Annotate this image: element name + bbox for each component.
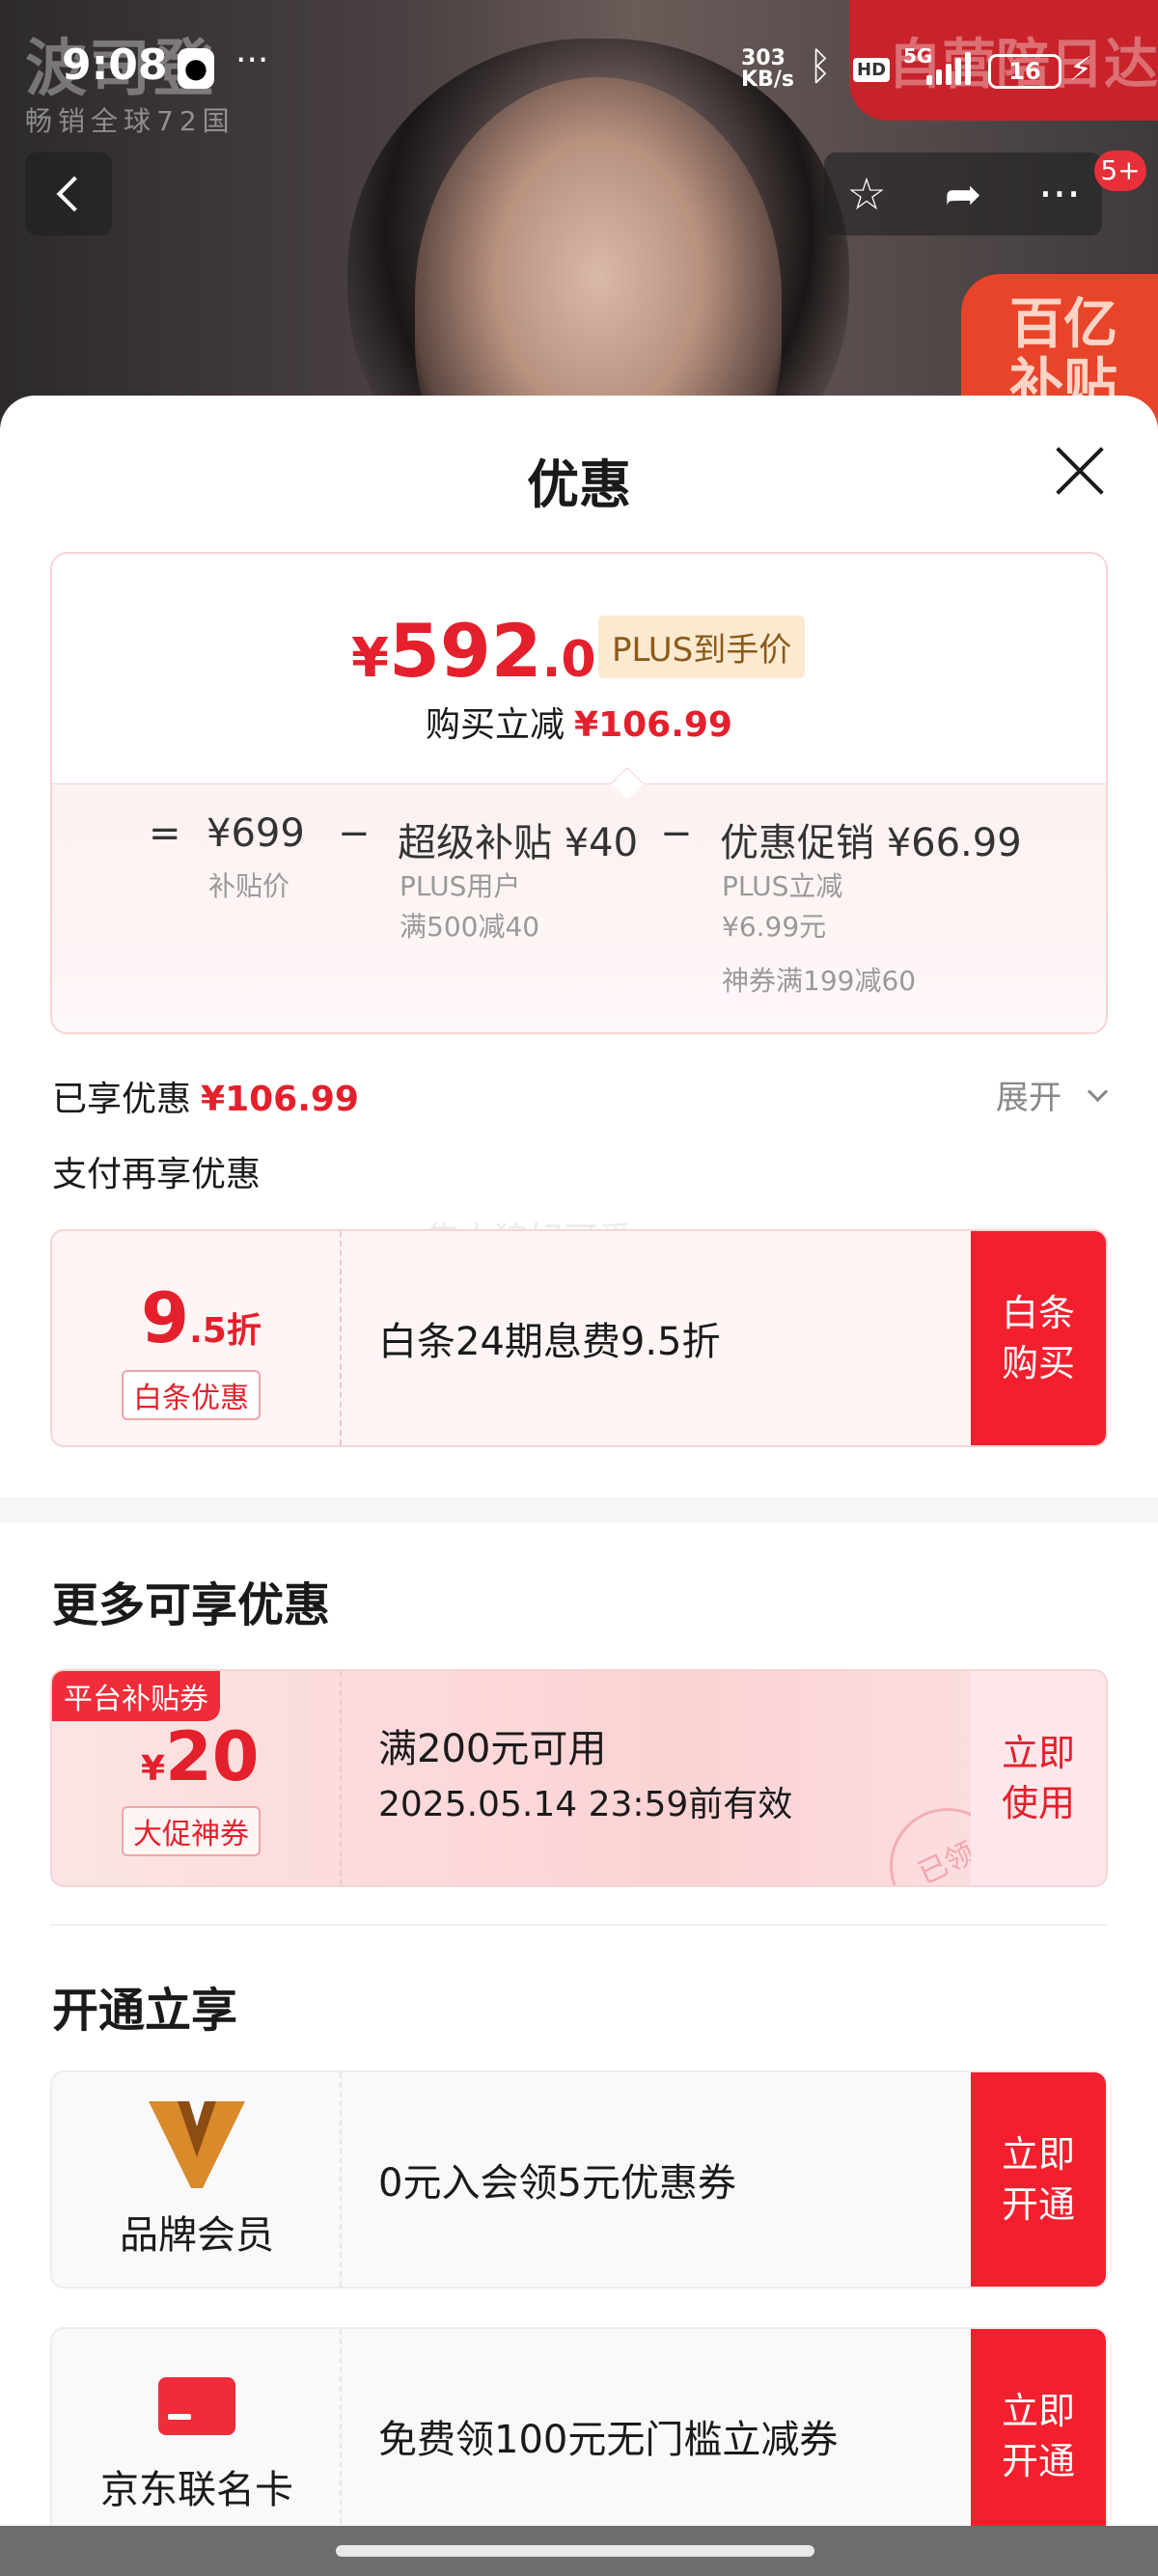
platform-coupon-amount-panel: 平台补贴券 ¥20 大促神券: [52, 1671, 342, 1885]
reduce-label: 购买立减: [426, 705, 565, 745]
discount-sheet: 优惠 ¥592.01 PLUS到手价 购买立减 ¥106.99 = ¥699 补贴…: [0, 396, 1158, 2576]
favorite-star-icon[interactable]: ☆: [836, 166, 897, 222]
enjoyed-label: 已享优惠: [52, 1080, 192, 1119]
platform-coupon-validity: 2025.05.14 23:59前有效: [378, 1785, 793, 1824]
charging-icon: ⚡: [1069, 50, 1092, 89]
brand-member-desc: 0元入会领5元优惠券: [378, 2161, 736, 2206]
open-benefits-title: 开通立享: [52, 1984, 238, 2038]
platform-coupon-amount: ¥20: [141, 1717, 259, 1796]
bluetooth-icon: ᛒ: [809, 44, 832, 89]
header-actions: ☆ ➦ ···: [824, 152, 1102, 235]
final-price-section: ¥592.01 PLUS到手价 购买立减 ¥106.99: [52, 554, 1106, 783]
status-time: 9:08: [62, 41, 168, 90]
formula-base-value: ¥699: [207, 811, 305, 856]
expand-button[interactable]: 展开: [996, 1071, 1062, 1118]
price-currency: ¥: [351, 627, 389, 690]
formula-promotion-line1: PLUS立减: [722, 870, 843, 902]
plus-price-tag: PLUS到手价: [598, 616, 806, 678]
formula-super-subsidy: 超级补贴 ¥40: [398, 821, 639, 865]
platform-coupon-tag: 平台补贴券: [52, 1671, 220, 1721]
more-offers-title: 更多可享优惠: [52, 1578, 331, 1632]
formula-promotion-line3: 神券满199减60: [722, 965, 917, 997]
baitiao-desc: 白条24期息费9.5折: [378, 1320, 721, 1364]
formula-equals: =: [149, 811, 181, 856]
platform-coupon-subtag: 大促神券: [122, 1806, 261, 1856]
formula-promotion-line2: ¥6.99元: [722, 911, 827, 943]
open-member-button[interactable]: 立即 开通: [971, 2072, 1106, 2287]
brand-member-name: 品牌会员: [120, 2213, 274, 2258]
jd-card-card[interactable]: 京东联名卡 免费领100元无门槛立减券 立即 开通: [50, 2327, 1108, 2545]
baitiao-offer-card[interactable]: 9.5折 白条优惠 白条24期息费9.5折 白条 购买: [50, 1229, 1108, 1447]
formula-super-subsidy-line2: 满500减40: [400, 911, 540, 943]
baitiao-buy-button[interactable]: 白条 购买: [971, 1231, 1106, 1445]
qq-notification-icon: ●: [178, 48, 214, 89]
formula-promotion: 优惠促销 ¥66.99: [720, 821, 1022, 865]
message-badge: 5+: [1094, 151, 1146, 191]
back-button[interactable]: [25, 152, 112, 235]
baitiao-rate-panel: 9.5折 白条优惠: [52, 1231, 342, 1445]
platform-coupon-currency: ¥: [141, 1749, 166, 1789]
price-breakdown-card: ¥592.01 PLUS到手价 购买立减 ¥106.99 = ¥699 补贴价 −…: [50, 552, 1108, 1034]
more-menu-icon[interactable]: ···: [1029, 166, 1090, 222]
baitiao-rate-sub: .5折: [189, 1311, 262, 1351]
section-divider: [0, 1497, 1158, 1522]
enjoyed-discount: 已享优惠 ¥106.99: [52, 1071, 359, 1121]
status-bar: 9:08 ● ··· 303 KB/s ᛒ HD 5G 16 ⚡: [0, 0, 1158, 135]
network-speed-unit: KB/s: [741, 68, 794, 92]
baitiao-tag: 白条优惠: [122, 1370, 261, 1420]
battery-icon: 16: [988, 54, 1062, 89]
use-coupon-button[interactable]: 立即 使用: [971, 1671, 1106, 1885]
gesture-navigation-bar: [0, 2526, 1158, 2576]
section-separator: [50, 1924, 1108, 1926]
platform-coupon-info: 满200元可用 2025.05.14 23:59前有效: [378, 1721, 792, 1833]
share-icon[interactable]: ➦: [932, 166, 994, 222]
reduce-value: ¥106.99: [574, 705, 732, 745]
jd-card-name: 京东联名卡: [100, 2468, 293, 2512]
more-notifications-icon: ···: [235, 41, 269, 80]
baitiao-rate-main: 9: [141, 1277, 190, 1358]
close-icon[interactable]: [1052, 444, 1106, 498]
formula-super-subsidy-line1: PLUS用户: [400, 870, 521, 902]
price-integer: 592: [388, 608, 542, 694]
credit-card-icon: [158, 2377, 235, 2435]
home-indicator[interactable]: [336, 2545, 814, 2557]
network-speed: 303 KB/s: [741, 48, 794, 91]
pay-more-heading: 支付再享优惠: [52, 1155, 262, 1194]
formula-minus-1: −: [338, 811, 371, 856]
price-formula-section: = ¥699 补贴价 − 超级补贴 ¥40 PLUS用户 满500减40 − 优…: [52, 783, 1106, 1032]
platform-coupon-condition: 满200元可用: [378, 1727, 607, 1771]
brand-member-card[interactable]: 品牌会员 0元入会领5元优惠券 立即 开通: [50, 2070, 1108, 2288]
hd-icon: HD: [853, 58, 891, 82]
network-speed-value: 303: [741, 46, 786, 70]
platform-coupon-value: 20: [165, 1717, 260, 1796]
open-jd-card-button[interactable]: 立即 开通: [971, 2329, 1106, 2543]
purchase-reduction: 购买立减 ¥106.99: [52, 697, 1106, 747]
brand-member-logo-panel: 品牌会员: [52, 2072, 342, 2287]
jd-card-desc: 免费领100元无门槛立减券: [378, 2418, 839, 2462]
signal-icon: [926, 50, 971, 85]
final-price: ¥592.01: [351, 608, 631, 694]
jd-card-logo-panel: 京东联名卡: [52, 2329, 342, 2543]
sheet-title: 优惠: [527, 454, 631, 515]
brand-v-logo-icon: [149, 2101, 245, 2188]
baitiao-rate: 9.5折: [141, 1277, 262, 1358]
formula-minus-2: −: [660, 811, 693, 856]
platform-coupon-card[interactable]: 平台补贴券 ¥20 大促神券 满200元可用 2025.05.14 23:59前…: [50, 1669, 1108, 1887]
enjoyed-value: ¥106.99: [201, 1080, 359, 1119]
formula-base-label: 补贴价: [208, 870, 290, 902]
